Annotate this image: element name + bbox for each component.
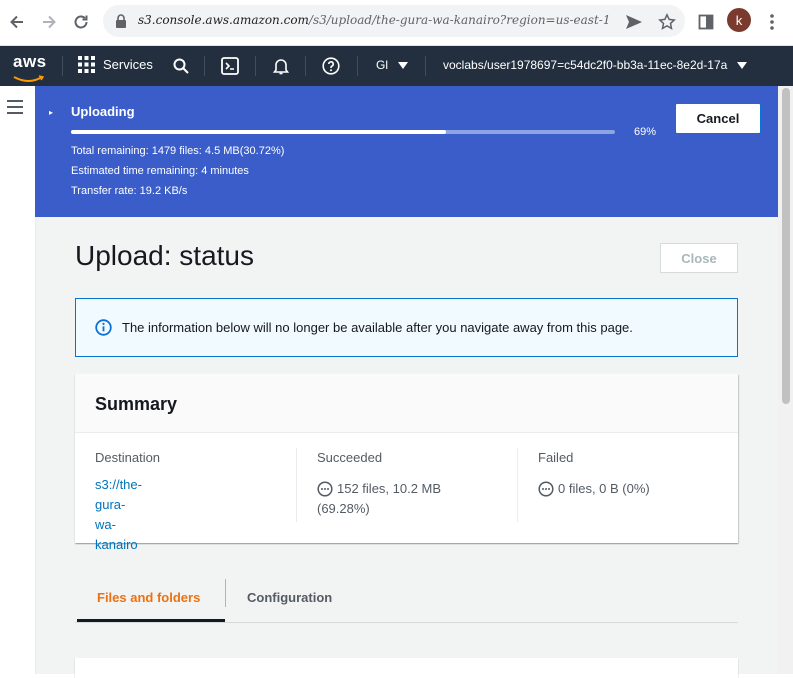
arrow-left-icon: [10, 15, 23, 29]
aws-logo[interactable]: aws: [13, 52, 47, 88]
back-button[interactable]: [5, 10, 29, 34]
notifications-button[interactable]: [271, 56, 291, 76]
close-button[interactable]: Close: [660, 243, 738, 273]
aws-smile-icon: [13, 75, 45, 82]
destination-value-wrap: s3://the-gura-wa-kanairo: [95, 475, 142, 555]
status-in-progress-icon: [538, 481, 554, 497]
browser-toolbar: s3.console.aws.amazon.com/s3/upload/the-…: [0, 0, 793, 46]
transfer-rate-text: Transfer rate: 19.2 KB/s: [71, 185, 188, 197]
grid-icon: [78, 56, 95, 73]
succeeded-label: Succeeded: [317, 450, 383, 465]
search-icon: [173, 58, 189, 74]
failed-value: 0 files, 0 B (0%): [538, 479, 650, 499]
nav-divider: [62, 56, 63, 76]
failed-label: Failed: [538, 450, 574, 465]
nav-divider: [204, 56, 205, 76]
side-panel-button[interactable]: [694, 10, 718, 34]
aws-top-navigation: aws Services Gl voclabs/user1978697=c54d…: [0, 46, 793, 86]
nav-divider: [425, 56, 426, 76]
address-bar[interactable]: s3.console.aws.amazon.com/s3/upload/the-…: [103, 5, 685, 37]
search-button[interactable]: [171, 56, 191, 76]
cloudshell-button[interactable]: [220, 56, 240, 76]
status-in-progress-icon: [317, 481, 333, 497]
browser-menu-button[interactable]: [760, 10, 784, 34]
tab-configuration[interactable]: Configuration: [247, 571, 332, 623]
scrollbar-thumb[interactable]: [782, 88, 790, 404]
profile-avatar[interactable]: k: [727, 8, 751, 32]
destination-link[interactable]: s3://the-gura-wa-kanairo: [95, 477, 142, 552]
services-label: Services: [103, 57, 153, 72]
reload-button[interactable]: [69, 10, 93, 34]
succeeded-value-line1: 152 files, 10.2 MB: [337, 481, 442, 496]
destination-label: Destination: [95, 450, 161, 465]
lock-icon: [116, 14, 126, 28]
upload-progress-bar: [71, 130, 615, 134]
tab-divider: [225, 579, 226, 607]
column-divider: [296, 448, 297, 522]
active-tab-indicator: [77, 619, 225, 622]
url-text: s3.console.aws.amazon.com/s3/upload/the-…: [138, 13, 610, 27]
nav-divider: [255, 56, 256, 76]
side-nav-toggle[interactable]: [7, 100, 23, 119]
help-button[interactable]: [321, 56, 341, 76]
summary-title: Summary: [95, 394, 178, 414]
upload-progress-percent: 69%: [634, 126, 657, 138]
send-icon: [626, 15, 642, 29]
account-label: voclabs/user1978697=c54dc2f0-bb3a-11ec-8…: [443, 58, 728, 72]
bell-icon: [273, 59, 289, 75]
summary-header: Summary: [75, 374, 738, 433]
upload-progress-fill: [71, 130, 447, 134]
info-alert: The information below will no longer be …: [75, 298, 738, 357]
url-path: /s3/upload/the-gura-wa-kanairo?region=us…: [308, 13, 611, 27]
reload-icon: [74, 15, 88, 29]
tab-files-and-folders[interactable]: Files and folders: [97, 571, 200, 623]
help-icon: [322, 57, 340, 75]
services-menu[interactable]: Services: [78, 56, 153, 73]
terminal-icon: [221, 57, 239, 75]
nav-divider: [357, 56, 358, 76]
info-alert-text: The information below will no longer be …: [122, 320, 633, 335]
info-icon: [95, 319, 112, 336]
region-label: Gl: [376, 58, 388, 72]
bookmark-button[interactable]: [655, 10, 679, 34]
failed-value-text: 0 files, 0 B (0%): [558, 481, 650, 496]
upload-banner-title: Uploading: [71, 104, 135, 119]
column-divider: [517, 448, 518, 522]
succeeded-value-line2: (69.28%): [317, 501, 370, 516]
succeeded-value: 152 files, 10.2 MB: [317, 479, 441, 499]
files-table-container: [75, 658, 738, 678]
side-panel-icon: [698, 14, 714, 30]
cancel-upload-button[interactable]: Cancel: [675, 103, 761, 134]
nav-divider: [305, 56, 306, 76]
page-title: Upload: status: [75, 240, 254, 271]
account-menu[interactable]: voclabs/user1978697=c54dc2f0-bb3a-11ec-8…: [443, 58, 748, 72]
send-button[interactable]: [622, 10, 646, 34]
total-remaining-text: Total remaining: 1479 files: 4.5 MB(30.7…: [71, 145, 285, 157]
summary-container: Summary Destination s3://the-gura-wa-kan…: [75, 374, 738, 552]
menu-icon: [7, 100, 23, 114]
upload-progress-banner: ▸ Uploading 69% Total remaining: 1479 fi…: [35, 86, 778, 217]
aws-logo-text: aws: [13, 52, 47, 71]
star-icon: [658, 13, 676, 30]
tabs-bar: Files and folders Configuration: [75, 571, 738, 623]
caret-down-icon: [737, 61, 748, 69]
region-selector[interactable]: Gl: [376, 58, 408, 72]
arrow-right-icon: [43, 15, 56, 29]
more-vertical-icon: [770, 14, 774, 30]
caret-down-icon: [398, 61, 408, 69]
expand-caret-icon[interactable]: ▸: [49, 108, 53, 117]
forward-button[interactable]: [37, 10, 61, 34]
estimated-time-text: Estimated time remaining: 4 minutes: [71, 165, 249, 177]
side-navigation-rail: [0, 86, 36, 674]
url-domain: s3.console.aws.amazon.com: [138, 13, 309, 27]
